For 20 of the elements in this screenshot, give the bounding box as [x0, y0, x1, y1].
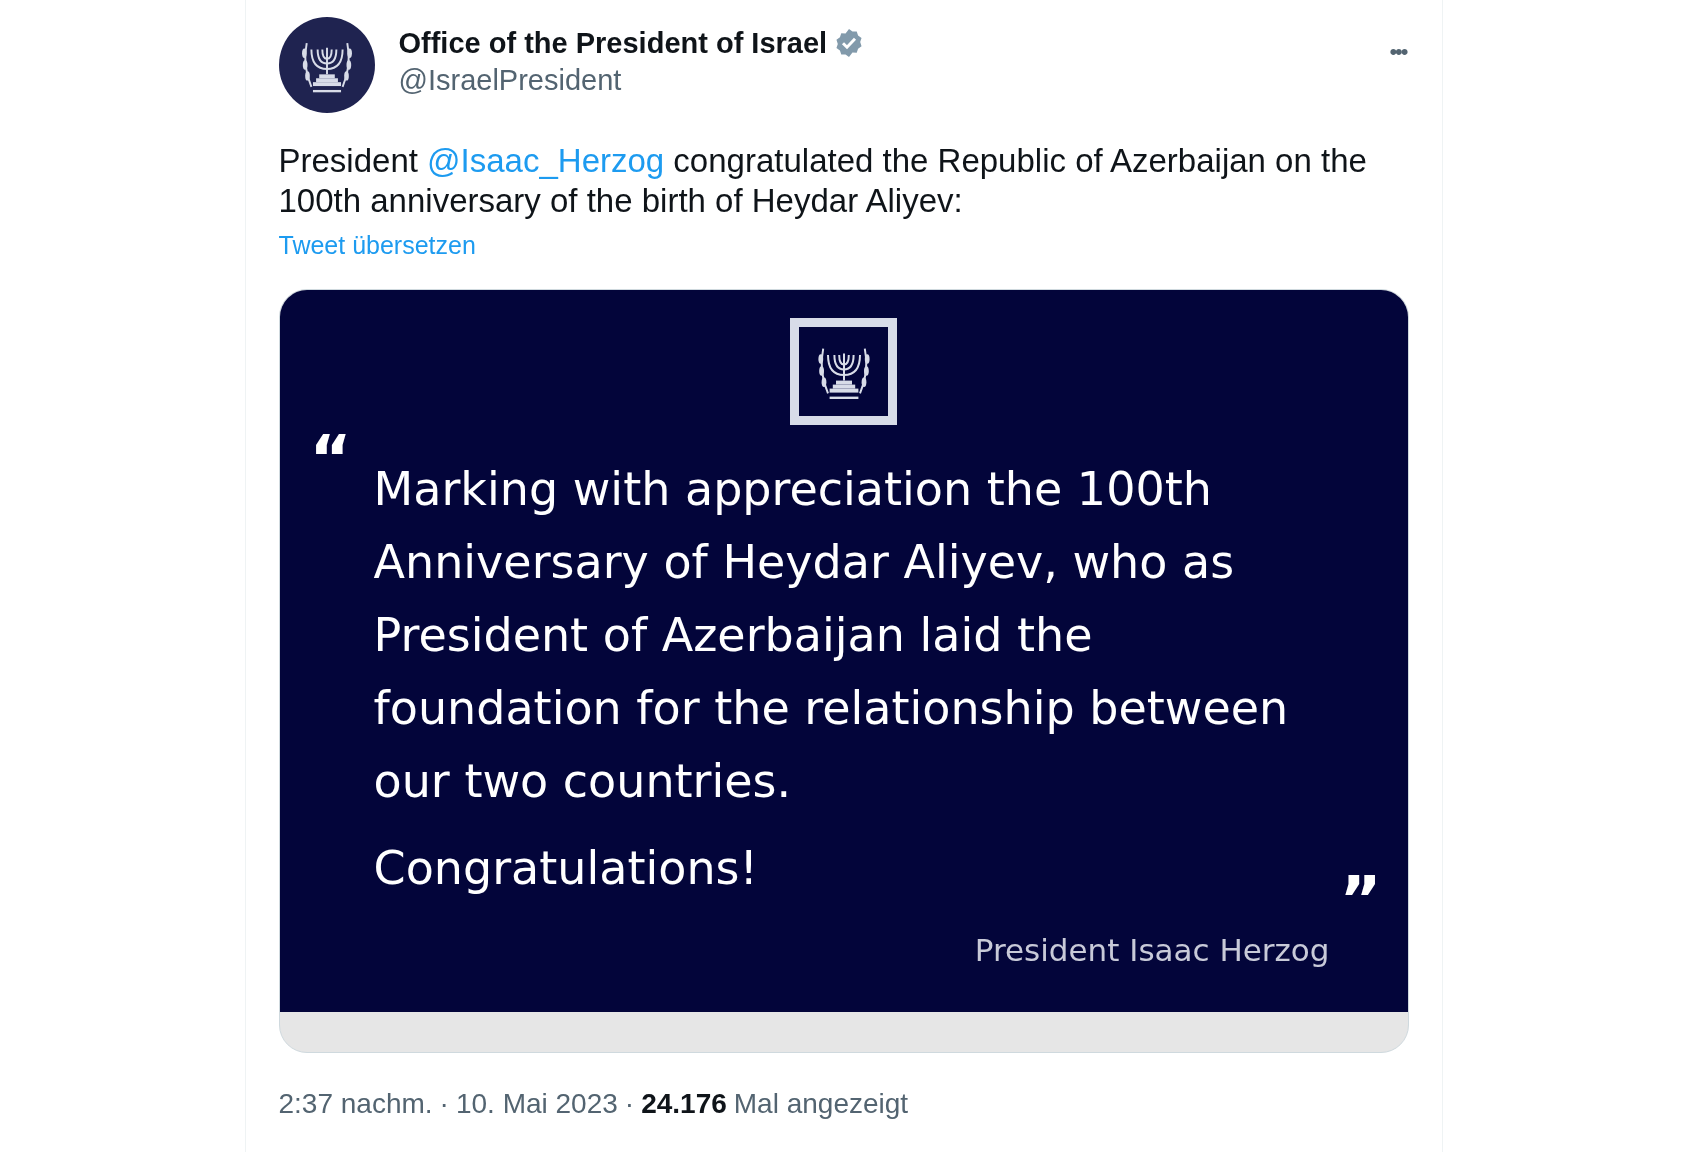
close-quote: ” — [1339, 873, 1382, 926]
quote-line: Anniversary of Heydar Aliyev, who as — [373, 533, 1236, 591]
author-handle[interactable]: @IsraelPresident — [398, 61, 1390, 99]
open-quote: “ — [309, 426, 352, 498]
image-card[interactable] — [278, 288, 1409, 1053]
tweet-text: President @Isaac_Herzog congratulated the Republic of Azerbaijan on the 100th anniversary of the birth of Heydar Aliyev: — [278, 141, 1368, 221]
quote-line: foundation for the relationship between — [373, 679, 1289, 737]
separator-dot: · — [624, 1086, 635, 1121]
author-name[interactable]: Office of the President of Israel — [398, 25, 828, 61]
separator-dot: · — [439, 1086, 449, 1121]
congratulations-text: Congratulations! — [373, 839, 759, 897]
more-button[interactable]: ••• — [1389, 35, 1407, 68]
signature-text: President Isaac Herzog — [974, 930, 1330, 970]
tweet-date[interactable]: 10. Mai 2023 — [455, 1082, 618, 1125]
views-label: Mal angezeigt — [733, 1086, 909, 1121]
view-count: 24.176 — [641, 1086, 727, 1121]
tweet-time[interactable]: 2:37 nachm. — [278, 1082, 433, 1125]
quote-line: Marking with appreciation the 100th — [373, 460, 1213, 518]
quote-line: President of Azerbaijan laid the — [373, 606, 1094, 664]
quote-line: our two countries. — [373, 752, 793, 810]
